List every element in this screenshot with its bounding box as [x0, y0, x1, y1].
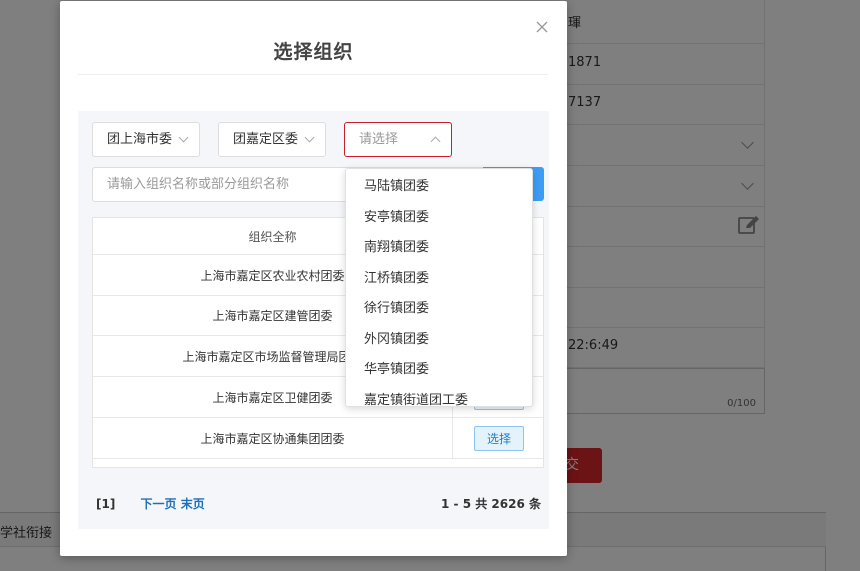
city-select-value: 团上海市委 — [107, 132, 173, 147]
action-cell: 选择 — [453, 418, 543, 458]
current-page: [1] — [96, 497, 116, 511]
dropdown-option[interactable]: 外冈镇团委 — [346, 325, 532, 356]
town-dropdown-list: 马陆镇团委 安亭镇团委 南翔镇团委 江桥镇团委 徐行镇团委 外冈镇团委 华亭镇团… — [345, 168, 533, 407]
dropdown-option[interactable]: 嘉定镇街道团工委 — [346, 386, 532, 406]
dropdown-option[interactable]: 南翔镇团委 — [346, 233, 532, 264]
table-row: 上海市嘉定区协通集团团委 选择 — [93, 418, 543, 459]
chevron-down-icon — [304, 132, 315, 143]
town-select-placeholder: 请选择 — [359, 132, 399, 147]
select-org-button[interactable]: 选择 — [474, 425, 524, 451]
dropdown-option[interactable]: 江桥镇团委 — [346, 264, 532, 295]
pagination-summary: 1 - 5 共 2626 条 — [441, 497, 541, 511]
next-page-link[interactable]: 下一页 — [141, 497, 177, 511]
city-select[interactable]: 团上海市委 — [92, 122, 200, 157]
district-select-value: 团嘉定区委 — [233, 132, 299, 147]
close-icon[interactable] — [534, 19, 550, 35]
pagination: [1] 下一页 末页 — [96, 495, 205, 512]
org-name: 上海市嘉定区协通集团团委 — [93, 418, 453, 458]
chevron-down-icon — [178, 132, 189, 143]
dropdown-option[interactable]: 徐行镇团委 — [346, 294, 532, 325]
district-select[interactable]: 团嘉定区委 — [218, 122, 326, 157]
divider — [78, 74, 548, 75]
modal-title: 选择组织 — [273, 41, 354, 63]
chevron-up-icon — [430, 136, 441, 147]
town-select[interactable]: 请选择 — [344, 122, 452, 157]
dropdown-option[interactable]: 马陆镇团委 — [346, 172, 532, 203]
dropdown-option[interactable]: 华亭镇团委 — [346, 355, 532, 386]
last-page-link[interactable]: 末页 — [181, 497, 205, 511]
dropdown-option[interactable]: 安亭镇团委 — [346, 203, 532, 234]
